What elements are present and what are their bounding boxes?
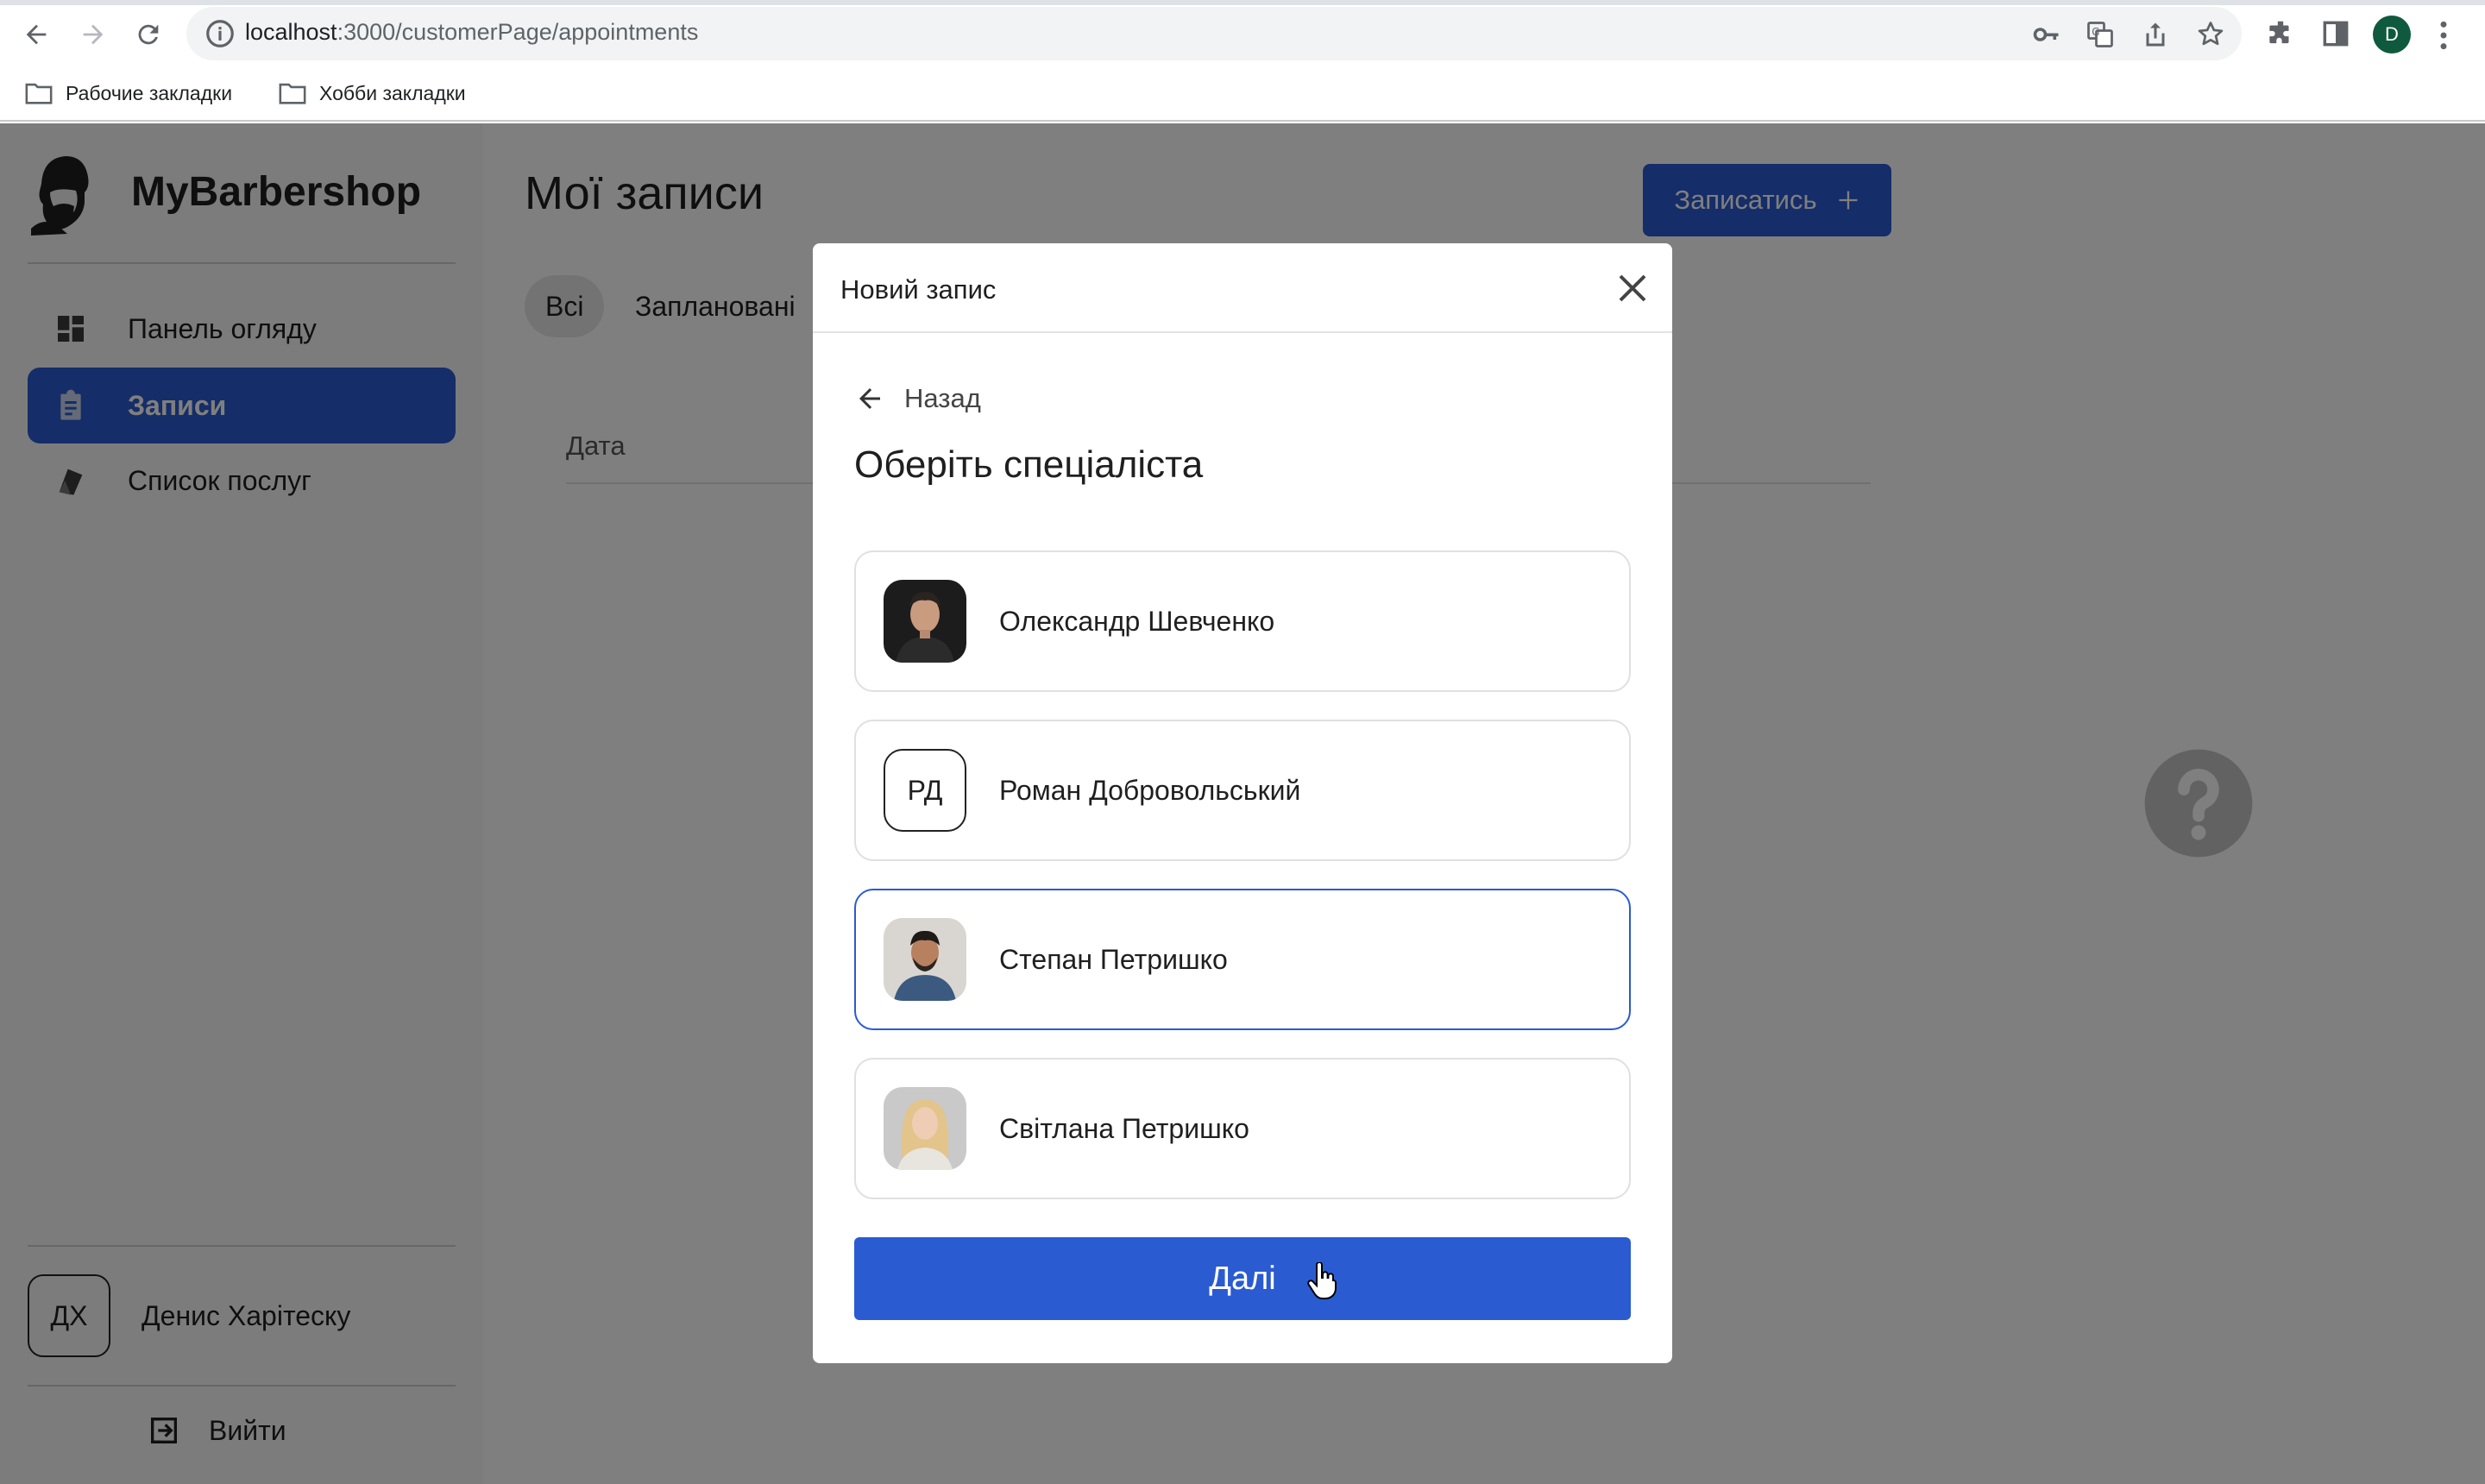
site-info-icon[interactable]: [204, 17, 236, 50]
url-text[interactable]: localhost:3000/customerPage/appointments: [245, 19, 698, 46]
back-button[interactable]: Назад: [854, 378, 981, 419]
bookmark-folder-work[interactable]: Рабочие закладки: [24, 74, 232, 112]
specialist-initials-avatar: РД: [884, 749, 966, 832]
specialist-photo: [884, 918, 966, 1001]
folder-icon: [279, 83, 306, 104]
bookmark-folder-hobby[interactable]: Хобби закладки: [278, 74, 466, 112]
back-label: Назад: [904, 383, 981, 413]
url-host: localhost: [245, 19, 337, 45]
arrow-left-icon: [859, 388, 880, 409]
specialist-card[interactable]: Світлана Петришко: [854, 1058, 1631, 1199]
svg-text:G: G: [2092, 26, 2099, 38]
hand-cursor-icon: [1307, 1262, 1337, 1299]
profile-avatar[interactable]: D: [2373, 16, 2411, 53]
extensions-icon[interactable]: [2264, 17, 2297, 50]
reload-icon[interactable]: [129, 16, 167, 53]
back-icon[interactable]: [17, 16, 55, 53]
specialist-card[interactable]: РД Роман Добровольський: [854, 720, 1631, 861]
new-appointment-modal: Новий запис Назад Оберіть спеціаліста Ол…: [813, 243, 1672, 1363]
address-bar[interactable]: localhost:3000/customerPage/appointments…: [186, 7, 2242, 60]
translate-icon[interactable]: G: [2085, 19, 2116, 50]
modal-header: Новий запис: [813, 243, 1672, 333]
bookmark-label: Рабочие закладки: [66, 81, 233, 104]
specialist-photo: [884, 580, 966, 663]
specialist-initials: РД: [907, 774, 943, 806]
app-viewport: MyBarbershop Панель огляду Записи Список…: [0, 123, 2485, 1484]
profile-initial: D: [2385, 23, 2399, 45]
bookmark-label: Хобби закладки: [319, 81, 466, 104]
specialist-name: Степан Петришко: [999, 944, 1228, 975]
share-icon[interactable]: [2140, 19, 2171, 50]
key-icon[interactable]: [2031, 19, 2062, 50]
close-icon[interactable]: [1612, 267, 1653, 309]
specialist-name: Роман Добровольський: [999, 775, 1301, 806]
bookmarks-bar: Рабочие закладки Хобби закладки: [0, 74, 2485, 112]
forward-icon[interactable]: [74, 16, 112, 53]
folder-icon: [25, 83, 53, 104]
url-path: :3000/customerPage/appointments: [337, 19, 699, 45]
browser-chrome: localhost:3000/customerPage/appointments…: [0, 0, 2485, 122]
modal-heading: Оберіть спеціаліста: [854, 443, 1204, 486]
modal-title: Новий запис: [840, 274, 997, 305]
specialist-name: Світлана Петришко: [999, 1113, 1249, 1144]
next-button[interactable]: Далі: [854, 1237, 1631, 1320]
next-button-label: Далі: [1209, 1260, 1276, 1297]
specialist-card-selected[interactable]: Степан Петришко: [854, 889, 1631, 1030]
bookmark-star-icon[interactable]: [2195, 19, 2226, 50]
specialist-card[interactable]: Олександр Шевченко: [854, 550, 1631, 692]
specialist-photo: [884, 1087, 966, 1170]
menu-dots-icon[interactable]: [2437, 19, 2450, 52]
specialist-name: Олександр Шевченко: [999, 606, 1275, 637]
side-panel-icon[interactable]: [2319, 17, 2352, 50]
tab-strip: [0, 0, 2485, 5]
